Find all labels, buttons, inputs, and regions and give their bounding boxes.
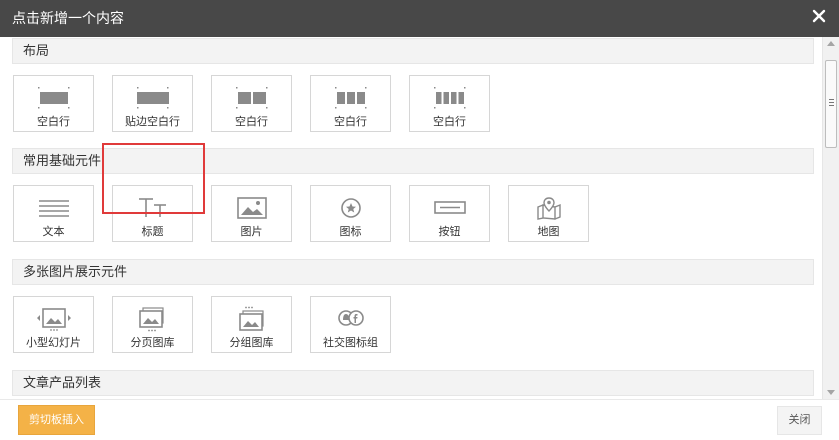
- section-header-gallery: 多张图片展示元件: [12, 259, 814, 285]
- close-icon[interactable]: [811, 8, 827, 24]
- tile-label: 按钮: [438, 226, 461, 238]
- tile-label: 小型幻灯片: [26, 337, 81, 349]
- tile-blank-row-4col[interactable]: 空白行: [409, 75, 490, 132]
- tile-blank-row-3col[interactable]: 空白行: [310, 75, 391, 132]
- grouped-gallery-icon: [238, 306, 264, 331]
- tile-label: 地图: [537, 226, 560, 238]
- tile-button[interactable]: 按钮: [409, 185, 490, 242]
- section-header-layout: 布局: [12, 38, 814, 64]
- tile-paged-gallery[interactable]: 分页图库: [112, 296, 193, 353]
- map-pin-icon: [536, 197, 561, 221]
- tile-label: 文本: [42, 226, 65, 238]
- grip-line: [829, 99, 834, 100]
- dialog-footer: 剪切板插入 关闭: [0, 399, 839, 440]
- grip-line: [829, 102, 834, 103]
- tile-label: 分页图库: [130, 337, 175, 349]
- tile-icon[interactable]: 图标: [310, 185, 391, 242]
- tile-label: 图片: [240, 226, 263, 238]
- slideshow-icon: [36, 308, 71, 331]
- four-column-layout-icon: [433, 87, 465, 109]
- tile-grouped-gallery[interactable]: 分组图库: [211, 296, 292, 353]
- paged-gallery-icon: [138, 307, 164, 332]
- tile-label: 社交图标组: [323, 337, 378, 349]
- image-icon: [236, 197, 267, 219]
- text-lines-icon: [38, 200, 69, 217]
- dialog-body: 布局 空白行 贴边空白行 空白行 空白行 空白行 常用基础元件 文本 标题 图片…: [0, 37, 839, 399]
- tile-blank-row[interactable]: 空白行: [13, 75, 94, 132]
- close-button[interactable]: 关闭: [777, 406, 822, 435]
- tile-label: 贴边空白行: [125, 116, 180, 128]
- tile-label: 空白行: [433, 116, 466, 128]
- two-column-layout-icon: [235, 87, 267, 109]
- tile-edge-blank-row[interactable]: 贴边空白行: [112, 75, 193, 132]
- scroll-up-arrow-icon[interactable]: [827, 41, 835, 46]
- selected-tile-highlight: [102, 143, 205, 214]
- tile-small-slideshow[interactable]: 小型幻灯片: [13, 296, 94, 353]
- star-circle-icon: [340, 198, 361, 218]
- tile-label: 空白行: [37, 116, 70, 128]
- tile-blank-row-2col[interactable]: 空白行: [211, 75, 292, 132]
- tile-label: 空白行: [334, 116, 367, 128]
- tile-label: 标题: [141, 226, 164, 238]
- section-header-article-list: 文章产品列表: [12, 370, 814, 396]
- social-icons-icon: [337, 310, 364, 326]
- dialog-title: 点击新增一个内容: [12, 10, 124, 26]
- scroll-down-arrow-icon[interactable]: [827, 390, 835, 395]
- button-icon: [433, 201, 466, 214]
- edge-column-layout-icon: [136, 87, 169, 109]
- clipboard-insert-button[interactable]: 剪切板插入: [18, 405, 95, 435]
- three-column-layout-icon: [334, 87, 366, 109]
- tile-social-icons[interactable]: 社交图标组: [310, 296, 391, 353]
- grip-line: [829, 105, 834, 106]
- tile-image[interactable]: 图片: [211, 185, 292, 242]
- tile-text[interactable]: 文本: [13, 185, 94, 242]
- add-content-dialog: 点击新增一个内容 布局 空白行 贴边空白行 空白行 空白行 空白行 常用基础元件…: [0, 0, 839, 440]
- single-column-layout-icon: [37, 87, 69, 109]
- tile-label: 空白行: [235, 116, 268, 128]
- vertical-scrollbar[interactable]: [822, 37, 839, 399]
- tile-label: 分组图库: [229, 337, 274, 349]
- tile-map[interactable]: 地图: [508, 185, 589, 242]
- scrollbar-thumb[interactable]: [825, 60, 837, 148]
- dialog-titlebar: 点击新增一个内容: [0, 0, 839, 37]
- tile-label: 图标: [339, 226, 362, 238]
